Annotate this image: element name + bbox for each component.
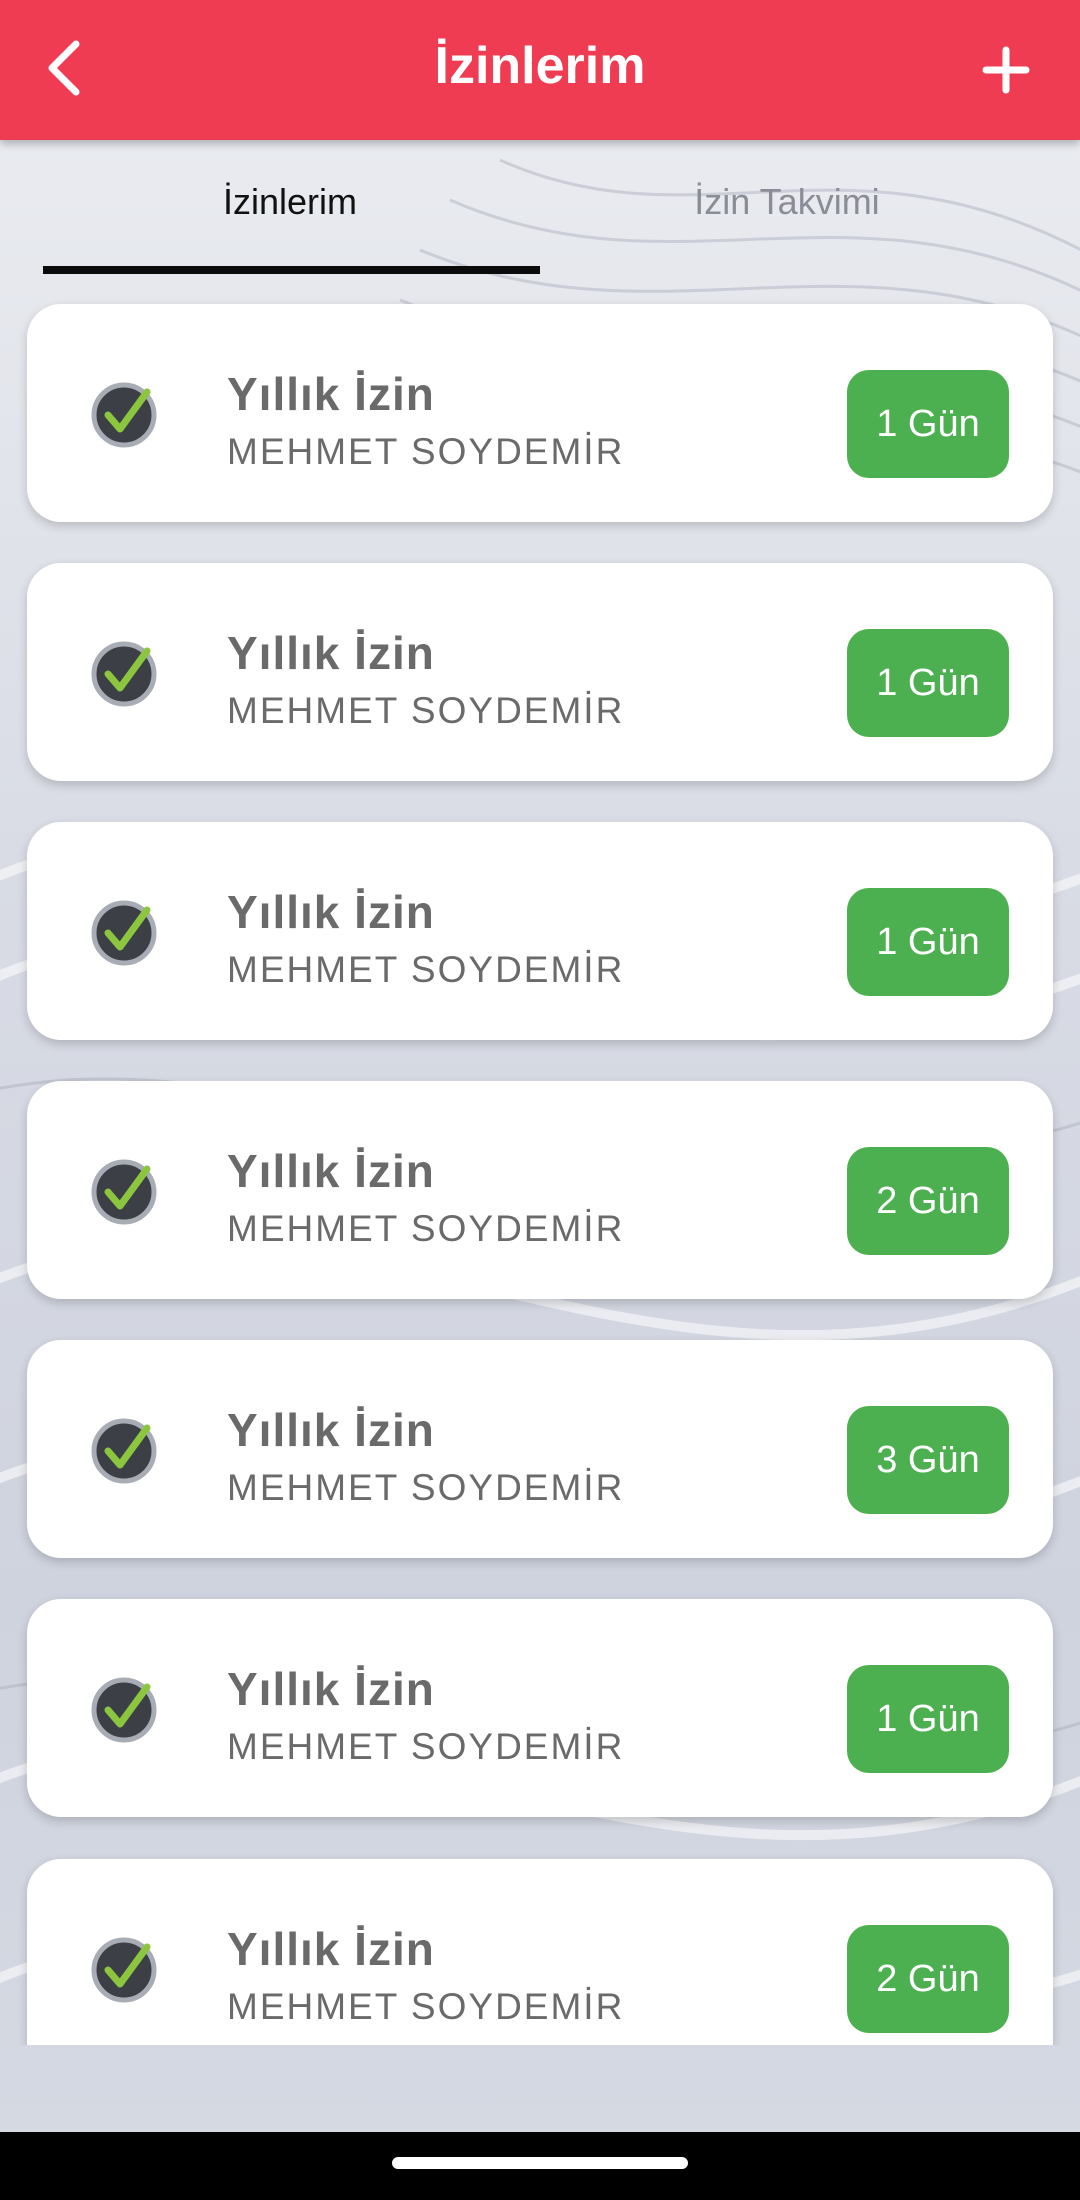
- days-badge: 1 Gün: [847, 1665, 1009, 1773]
- leave-card[interactable]: Yıllık İzin MEHMET SOYDEMİR 1 Gün: [27, 1599, 1053, 1817]
- employee-name: MEHMET SOYDEMİR: [227, 1726, 625, 1767]
- leave-type: Yıllık İzin: [227, 627, 435, 679]
- active-tab-indicator: [43, 266, 540, 274]
- leave-card[interactable]: Yıllık İzin MEHMET SOYDEMİR 1 Gün: [27, 822, 1053, 1040]
- employee-name: MEHMET SOYDEMİR: [227, 1467, 625, 1508]
- app-bar: İzinlerim: [0, 0, 1080, 140]
- days-badge: 1 Gün: [847, 370, 1009, 478]
- approved-check-icon: [91, 1937, 157, 2003]
- plus-icon[interactable]: [966, 30, 1046, 110]
- leave-card[interactable]: Yıllık İzin MEHMET SOYDEMİR 3 Gün: [27, 1340, 1053, 1558]
- home-indicator[interactable]: [392, 2157, 688, 2169]
- days-badge: 1 Gün: [847, 629, 1009, 737]
- leave-type: Yıllık İzin: [227, 886, 435, 938]
- leave-type: Yıllık İzin: [227, 1404, 435, 1456]
- page-title: İzinlerim: [434, 37, 646, 95]
- leave-type: Yıllık İzin: [227, 1663, 435, 1715]
- days-badge: 1 Gün: [847, 888, 1009, 996]
- leave-type: Yıllık İzin: [227, 368, 435, 420]
- approved-check-icon: [91, 382, 157, 448]
- approved-check-icon: [91, 641, 157, 707]
- system-nav-bar: [0, 2132, 1080, 2200]
- tab-izin-takvimi[interactable]: İzin Takvimi: [537, 180, 1037, 224]
- employee-name: MEHMET SOYDEMİR: [227, 1986, 625, 2027]
- leave-card[interactable]: Yıllık İzin MEHMET SOYDEMİR 1 Gün: [27, 304, 1053, 522]
- employee-name: MEHMET SOYDEMİR: [227, 1208, 625, 1249]
- tab-bar: İzinlerim İzin Takvimi: [0, 140, 1080, 276]
- leave-card[interactable]: Yıllık İzin MEHMET SOYDEMİR 1 Gün: [27, 563, 1053, 781]
- approved-check-icon: [91, 1159, 157, 1225]
- leave-type: Yıllık İzin: [227, 1923, 435, 1975]
- leave-card[interactable]: Yıllık İzin MEHMET SOYDEMİR 2 Gün: [27, 1081, 1053, 1299]
- approved-check-icon: [91, 1677, 157, 1743]
- approved-check-icon: [91, 900, 157, 966]
- days-badge: 2 Gün: [847, 1147, 1009, 1255]
- leave-list[interactable]: Yıllık İzin MEHMET SOYDEMİR 1 Gün Yıllık…: [0, 0, 1080, 2045]
- employee-name: MEHMET SOYDEMİR: [227, 690, 625, 731]
- leave-card[interactable]: Yıllık İzin MEHMET SOYDEMİR 2 Gün: [27, 1859, 1053, 2045]
- approved-check-icon: [91, 1418, 157, 1484]
- tab-izinlerim[interactable]: İzinlerim: [40, 180, 540, 224]
- employee-name: MEHMET SOYDEMİR: [227, 431, 625, 472]
- days-badge: 2 Gün: [847, 1925, 1009, 2033]
- leave-type: Yıllık İzin: [227, 1145, 435, 1197]
- days-badge: 3 Gün: [847, 1406, 1009, 1514]
- employee-name: MEHMET SOYDEMİR: [227, 949, 625, 990]
